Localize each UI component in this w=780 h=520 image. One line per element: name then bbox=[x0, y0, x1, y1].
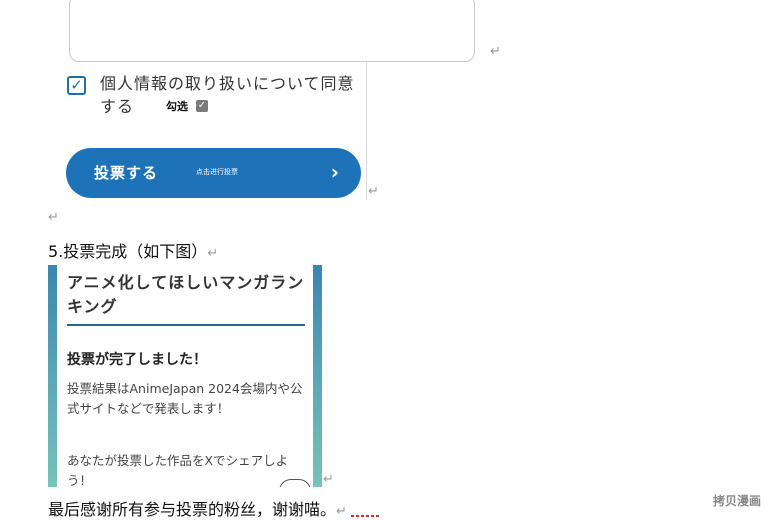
vote-complete-screenshot: アニメ化してほしいマンガランキング 投票が完了しました！ 投票結果はAnimeJ… bbox=[48, 265, 322, 487]
complete-panel: アニメ化してほしいマンガランキング 投票が完了しました！ 投票結果はAnimeJ… bbox=[57, 265, 313, 487]
spellcheck-underline bbox=[351, 515, 381, 517]
share-prompt: あなたが投票した作品をXでシェアしよう！ bbox=[67, 453, 289, 487]
message-textarea[interactable] bbox=[69, 0, 475, 62]
paragraph-mark: ↵ bbox=[336, 504, 347, 519]
vote-button-annotation: 点击进行投票 bbox=[196, 168, 238, 176]
check-icon: ✓ bbox=[70, 76, 83, 94]
consent-annotation: 勾选 bbox=[166, 100, 188, 113]
paragraph-mark: ↵ bbox=[207, 246, 219, 261]
vote-button[interactable]: 投票する 点击进行投票 › bbox=[66, 148, 361, 198]
closing-paragraph: 最后感谢所有参与投票的粉丝，谢谢喵。↵ bbox=[48, 496, 347, 520]
consent-label: 個人情報の取り扱いについて同意する bbox=[100, 74, 355, 116]
paragraph-mark: ↵ bbox=[490, 44, 501, 59]
watermark: 拷贝漫画 bbox=[713, 494, 762, 508]
vote-form-screenshot: ✓ 個人情報の取り扱いについて同意する 勾选 ✓ 投票する 点击进行投票 › bbox=[48, 62, 367, 200]
chevron-right-icon: › bbox=[330, 160, 339, 184]
ranking-heading: アニメ化してほしいマンガランキング bbox=[67, 273, 305, 316]
paragraph-mark: ↵ bbox=[368, 184, 379, 199]
step-text: 5.投票完成（如下图） bbox=[48, 242, 208, 261]
closing-text: 最后感谢所有参与投票的粉丝，谢谢喵。 bbox=[48, 500, 337, 519]
consent-checkbox[interactable]: ✓ bbox=[67, 76, 86, 95]
result-announcement: 投票結果はAnimeJapan 2024会場内や公式サイトなどで発表します！ bbox=[67, 381, 303, 416]
paragraph-mark: ↵ bbox=[323, 472, 334, 487]
vote-complete-title: 投票が完了しました！ bbox=[67, 352, 207, 368]
step-heading: 5.投票完成（如下图）↵ bbox=[48, 238, 218, 262]
vote-button-label: 投票する bbox=[94, 164, 159, 182]
checkmark-icon: ✓ bbox=[196, 100, 208, 112]
heading-divider bbox=[67, 324, 305, 326]
paragraph-mark: ↵ bbox=[48, 210, 59, 225]
